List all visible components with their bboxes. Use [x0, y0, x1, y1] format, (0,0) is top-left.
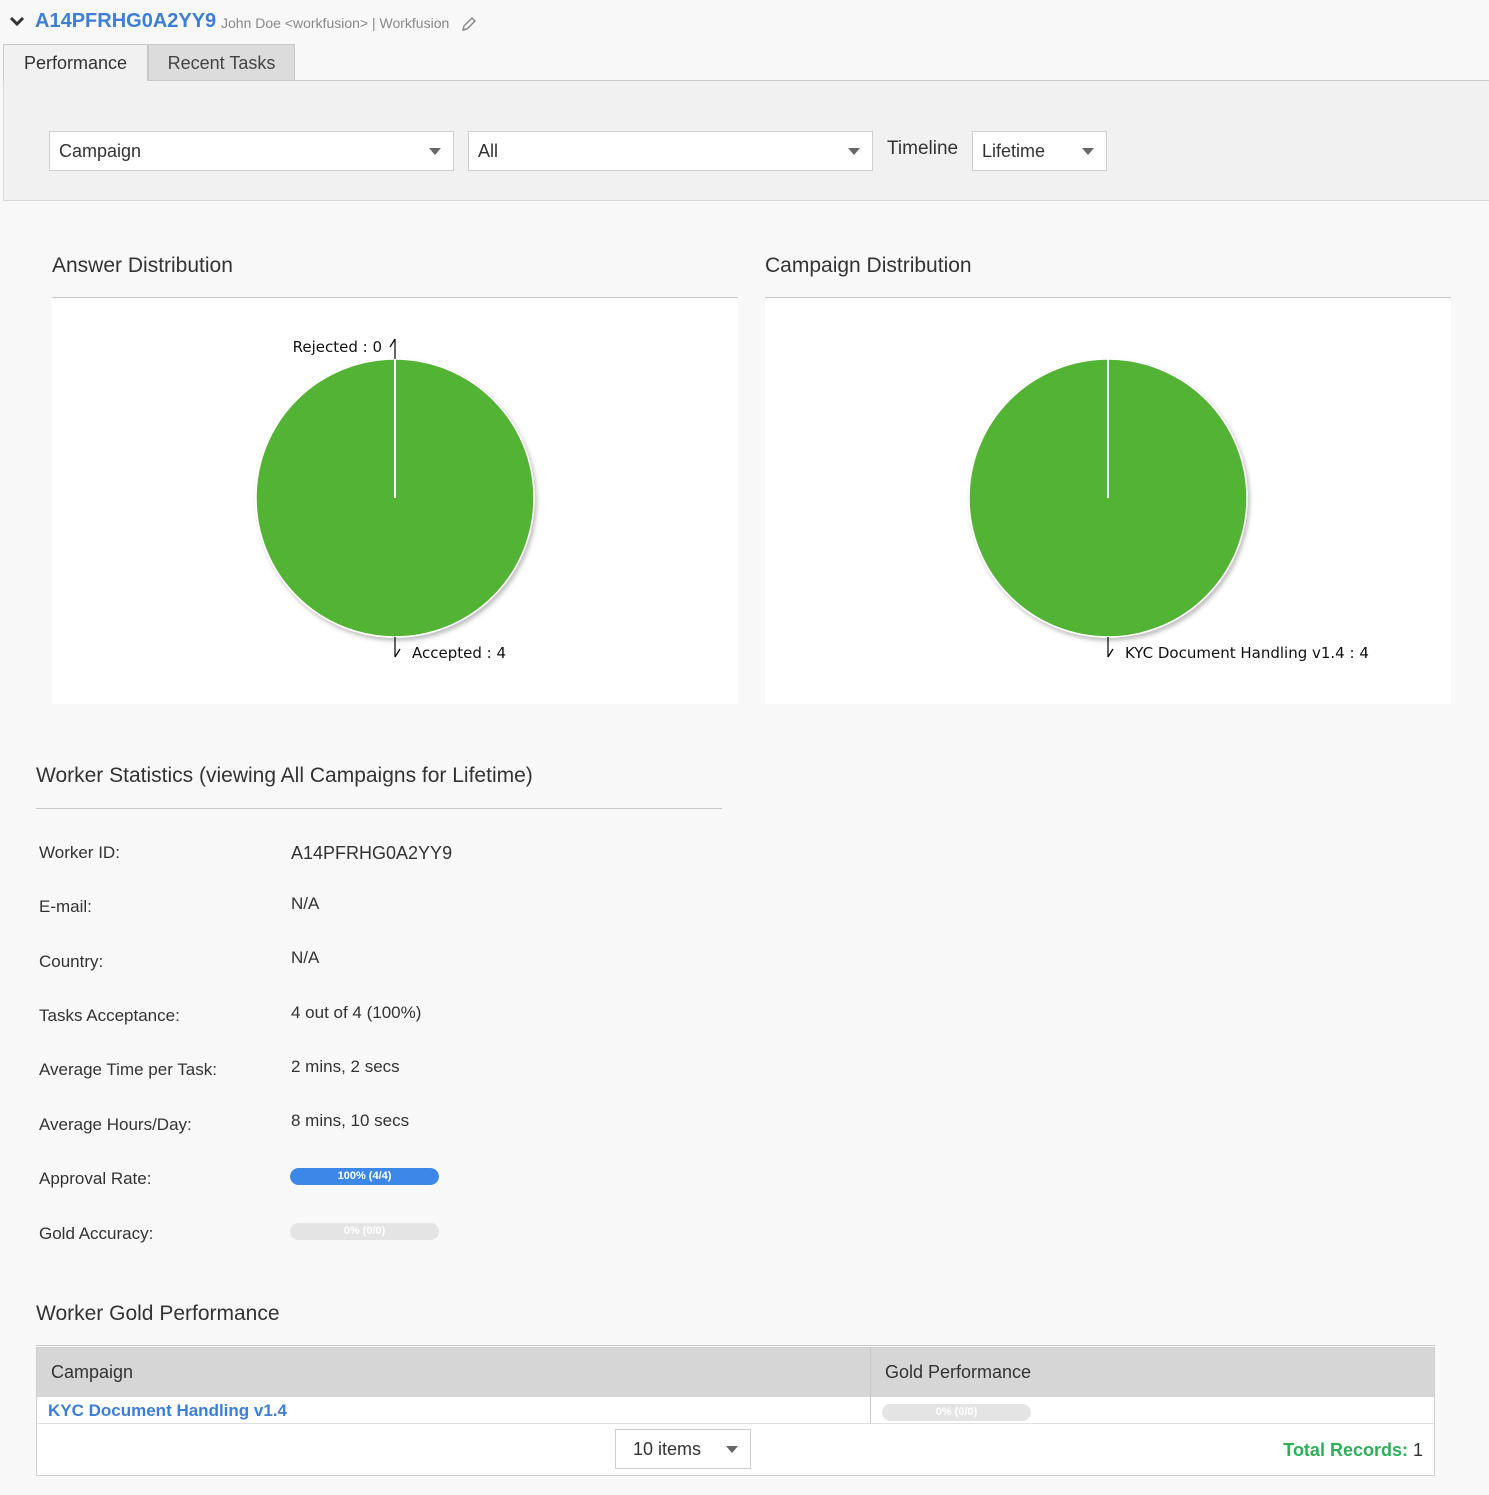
answer-distribution-chart: Rejected : 0 Accepted : 4 [52, 299, 738, 704]
email-label: E-mail: [39, 897, 92, 916]
filter-bar: Campaign All Timeline Lifetime [3, 81, 1489, 201]
gold-accuracy-text: 0% (0/0) [343, 1225, 386, 1237]
label-connector [1107, 637, 1114, 658]
gold-performance-grid: Campaign Gold Performance KYC Document H… [36, 1347, 1435, 1476]
group-by-dropdown[interactable]: Campaign [49, 131, 454, 171]
grid-header: Campaign Gold Performance [37, 1348, 1434, 1397]
timeline-dropdown[interactable]: Lifetime [972, 131, 1107, 171]
stats-divider [36, 808, 722, 809]
email-value: N/A [291, 894, 320, 913]
campaign-value: All [478, 141, 499, 161]
avg-hours-value: 8 mins, 10 secs [291, 1111, 410, 1130]
gold-performance-title: Worker Gold Performance [36, 1302, 280, 1325]
column-header-gold-performance[interactable]: Gold Performance [885, 1362, 1031, 1383]
approval-rate-bar: 100% (4/4) [290, 1168, 439, 1185]
worker-statistics-title: Worker Statistics (viewing All Campaigns… [36, 764, 533, 787]
panel-divider [52, 297, 738, 298]
column-separator [870, 1348, 871, 1423]
worker-id-label: Worker ID: [39, 843, 120, 862]
label-connector [394, 637, 401, 658]
worker-id-title: A14PFRHG0A2YY9 [35, 10, 217, 32]
answer-distribution-title: Answer Distribution [52, 254, 233, 277]
gold-divider [36, 1345, 1435, 1346]
tab-recent-tasks[interactable]: Recent Tasks [148, 44, 295, 81]
approval-rate-label: Approval Rate: [39, 1169, 152, 1188]
group-by-value: Campaign [59, 141, 142, 161]
worker-user-info: John Doe <workfusion> | Workfusion [221, 15, 450, 31]
column-header-campaign[interactable]: Campaign [51, 1362, 133, 1383]
pie-label-kyc: KYC Document Handling v1.4 : 4 [1125, 644, 1369, 662]
panel-divider [765, 297, 1451, 298]
caret-down-icon [726, 1446, 738, 1453]
campaign-distribution-chart: KYC Document Handling v1.4 : 4 [765, 299, 1451, 704]
gold-accuracy-label: Gold Accuracy: [39, 1224, 154, 1243]
total-records-value: 1 [1412, 1440, 1423, 1460]
timeline-value: Lifetime [982, 141, 1046, 161]
caret-down-icon [848, 148, 860, 155]
caret-down-icon [429, 148, 441, 155]
tasks-acceptance-label: Tasks Acceptance: [39, 1006, 180, 1025]
worker-header: A14PFRHG0A2YY9 John Doe <workfusion> | W… [0, 0, 1489, 46]
worker-id-value: A14PFRHG0A2YY9 [291, 843, 453, 863]
campaign-pie-svg: KYC Document Handling v1.4 : 4 [968, 358, 1369, 662]
tab-performance[interactable]: Performance [3, 44, 148, 81]
country-label: Country: [39, 952, 104, 971]
tasks-acceptance-value: 4 out of 4 (100%) [291, 1003, 422, 1022]
gold-accuracy-bar: 0% (0/0) [290, 1223, 439, 1240]
avg-time-value: 2 mins, 2 secs [291, 1057, 400, 1076]
total-records: Total Records: 1 [1283, 1440, 1423, 1461]
country-value: N/A [291, 948, 320, 967]
answer-pie-svg: Rejected : 0 Accepted : 4 [255, 338, 535, 662]
label-connector [389, 338, 396, 359]
caret-down-icon [1082, 148, 1094, 155]
row-divider [37, 1423, 1434, 1424]
pie-label-accepted: Accepted : 4 [412, 644, 506, 662]
pencil-icon[interactable] [461, 16, 477, 32]
avg-time-label: Average Time per Task: [39, 1060, 217, 1079]
avg-hours-label: Average Hours/Day: [39, 1115, 192, 1134]
timeline-label: Timeline [887, 138, 959, 159]
page-size-dropdown[interactable]: 10 items [615, 1429, 751, 1469]
campaign-link[interactable]: KYC Document Handling v1.4 [48, 1401, 287, 1421]
campaign-distribution-title: Campaign Distribution [765, 254, 972, 277]
page-size-value: 10 items [633, 1439, 702, 1459]
gold-performance-bar: 0% (0/0) [882, 1404, 1031, 1421]
total-records-label: Total Records: [1283, 1440, 1408, 1460]
pie-label-rejected: Rejected : 0 [293, 338, 382, 356]
approval-rate-text: 100% (4/4) [337, 1170, 392, 1182]
gold-performance-text: 0% (0/0) [935, 1406, 978, 1418]
chevron-down-icon[interactable] [8, 12, 26, 30]
campaign-dropdown[interactable]: All [468, 131, 873, 171]
